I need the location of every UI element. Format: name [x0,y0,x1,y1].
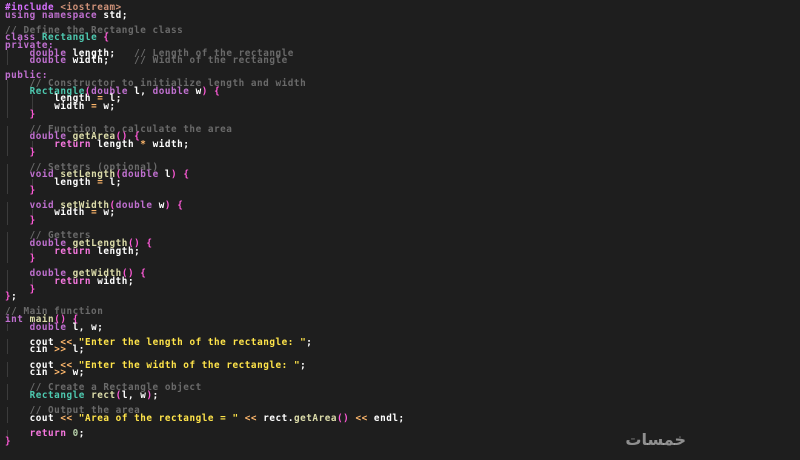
code-line[interactable] [5,301,800,309]
code-area[interactable]: #include <iostream> using namespace std; /… [5,3,800,447]
code-line[interactable]: void setLength(double l) { [5,170,800,180]
khamsat-logo-icon: خمسات [625,430,686,449]
code-line[interactable]: } [5,216,800,225]
code-line[interactable]: void setWidth(double w) { [5,201,800,210]
code-line[interactable]: return length; [5,246,800,256]
code-token: } [5,435,12,447]
code-line[interactable]: return width; [5,277,800,286]
code-line[interactable]: } [5,254,800,263]
watermark-text: خمسات [625,430,686,449]
code-line[interactable]: cin >> l; [5,345,800,355]
code-line[interactable]: cout << "Area of the rectangle = " << re… [5,414,800,423]
code-line[interactable]: cin >> w; [5,368,800,377]
code-line[interactable]: class Rectangle { [5,33,800,42]
code-line[interactable]: } [5,147,800,157]
code-line[interactable]: double l, w; [5,322,800,332]
code-line[interactable]: using namespace std; [5,10,800,19]
code-line[interactable]: }; [5,292,800,301]
code-line[interactable]: } [5,109,800,119]
code-line[interactable]: // Define the Rectangle class [5,26,800,35]
code-line[interactable]: int main() { [5,315,800,324]
code-editor[interactable]: #include <iostream> using namespace std; /… [0,0,800,460]
code-line[interactable]: length = l; [5,94,800,103]
code-line[interactable]: double width; // Width of the rectangle [5,56,800,65]
code-line[interactable]: width = w; [5,208,800,218]
code-line[interactable]: Rectangle rect(l, w); [5,391,800,400]
code-line[interactable]: width = w; [5,102,800,111]
code-line[interactable]: Rectangle(double l, double w) { [5,87,800,96]
code-line[interactable]: // Main function [5,307,800,316]
code-line[interactable]: cout << "Enter the length of the rectang… [5,338,800,347]
code-line[interactable] [5,65,800,73]
code-line[interactable]: } [5,185,800,195]
code-line[interactable]: return length * width; [5,140,800,149]
code-line[interactable]: cout << "Enter the width of the rectangl… [5,360,800,370]
code-line[interactable] [5,225,800,233]
watermark: خمسات [594,428,688,452]
code-line[interactable]: length = l; [5,178,800,187]
code-line[interactable]: } [5,284,800,294]
